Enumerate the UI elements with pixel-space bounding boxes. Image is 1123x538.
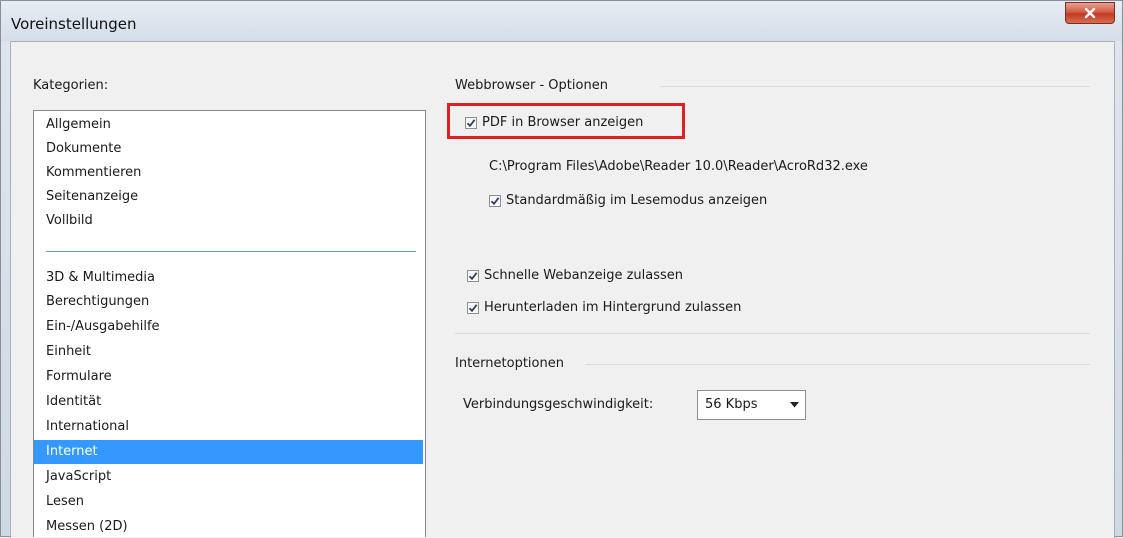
internet-options-title: Internetoptionen (455, 356, 564, 371)
checkmark-icon (468, 303, 478, 312)
pdf-in-browser-checkbox[interactable] (465, 116, 477, 129)
background-download-checkbox[interactable] (467, 301, 479, 314)
categories-list[interactable]: Allgemein Dokumente Kommentieren Seitena… (33, 110, 426, 537)
categories-label: Kategorien: (33, 78, 109, 93)
connection-speed-label: Verbindungsgeschwindigkeit: (463, 397, 654, 412)
category-item-3d-multimedia[interactable]: 3D & Multimedia (34, 266, 423, 290)
internet-options-divider (585, 364, 1090, 365)
connection-speed-select[interactable]: 56 Kbps (697, 390, 806, 420)
pdf-in-browser-checkbox-row[interactable]: PDF in Browser anzeigen (465, 115, 643, 130)
pdf-in-browser-label: PDF in Browser anzeigen (482, 115, 644, 130)
category-item-ein-ausgabehilfe[interactable]: Ein-/Ausgabehilfe (34, 315, 423, 339)
category-item-international[interactable]: International (34, 415, 423, 439)
category-item-dokumente[interactable]: Dokumente (34, 137, 423, 161)
category-item-berechtigungen[interactable]: Berechtigungen (34, 290, 423, 314)
read-mode-checkbox[interactable] (489, 194, 501, 207)
category-item-kommentieren[interactable]: Kommentieren (34, 161, 423, 185)
fast-web-view-label: Schnelle Webanzeige zulassen (484, 268, 684, 283)
fast-web-view-checkbox[interactable] (467, 269, 479, 282)
title-bar[interactable]: Voreinstellungen (1, 1, 1122, 41)
webbrowser-options-bottom-divider (455, 333, 1090, 334)
category-item-identitaet[interactable]: Identität (34, 390, 423, 414)
read-mode-checkbox-row[interactable]: Standardmäßig im Lesemodus anzeigen (489, 193, 767, 208)
category-item-javascript[interactable]: JavaScript (34, 465, 423, 489)
category-item-lesen[interactable]: Lesen (34, 490, 423, 514)
category-item-allgemein[interactable]: Allgemein (34, 113, 423, 137)
category-item-formulare[interactable]: Formulare (34, 365, 423, 389)
close-icon (1084, 7, 1096, 19)
background-download-checkbox-row[interactable]: Herunterladen im Hintergrund zulassen (467, 300, 741, 315)
dropdown-arrow-icon[interactable] (786, 397, 802, 413)
background-download-label: Herunterladen im Hintergrund zulassen (484, 300, 742, 315)
checkmark-icon (490, 196, 500, 205)
category-item-einheit[interactable]: Einheit (34, 340, 423, 364)
webbrowser-options-title: Webbrowser - Optionen (455, 78, 608, 93)
category-separator (46, 251, 416, 252)
reader-path-text: C:\Program Files\Adobe\Reader 10.0\Reade… (489, 159, 868, 174)
fast-web-view-checkbox-row[interactable]: Schnelle Webanzeige zulassen (467, 268, 683, 283)
read-mode-label: Standardmäßig im Lesemodus anzeigen (506, 193, 768, 208)
checkmark-icon (468, 271, 478, 280)
connection-speed-value: 56 Kbps (705, 397, 758, 412)
category-item-messen-2d[interactable]: Messen (2D) (34, 515, 423, 537)
window-title: Voreinstellungen (11, 15, 137, 33)
checkmark-icon (466, 118, 476, 127)
category-item-seitenanzeige[interactable]: Seitenanzeige (34, 185, 423, 209)
category-item-internet[interactable]: Internet (34, 440, 423, 464)
close-button[interactable] (1065, 2, 1115, 24)
webbrowser-options-divider (660, 86, 1090, 87)
category-item-vollbild[interactable]: Vollbild (34, 209, 423, 233)
